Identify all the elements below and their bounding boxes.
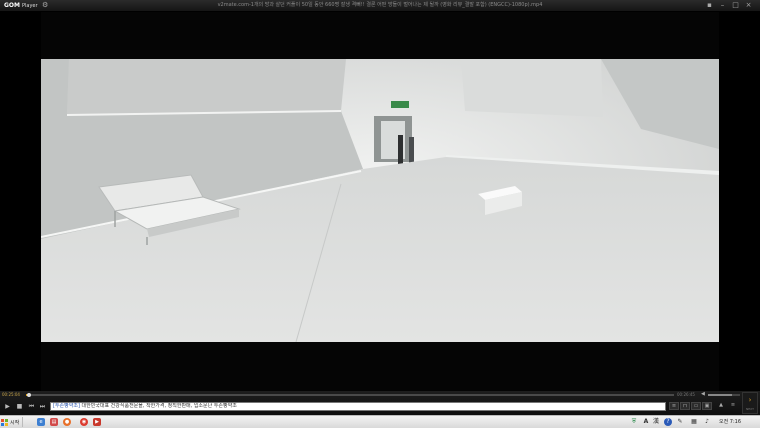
browser-icon[interactable]: ▤ [50, 418, 58, 426]
video-frame[interactable] [41, 59, 719, 342]
next-icon[interactable]: ⏭ [38, 402, 47, 411]
clock: 오전 7:16 [719, 419, 742, 425]
capture-icon[interactable]: ▣ [702, 402, 712, 410]
ad-banner[interactable]: [두손빵약조] 대한민국대표 건강식품전문몰, 착한가격, 정직한판매, 입소문… [50, 402, 666, 411]
seek-handle[interactable] [26, 393, 31, 397]
subtitle-icon[interactable]: ▭ [691, 402, 701, 410]
logo-text: GOM [4, 2, 20, 9]
explorer-icon[interactable]: e [37, 418, 45, 426]
chevron-right-icon: › [748, 396, 752, 404]
stop-icon[interactable]: ■ [15, 402, 24, 411]
equalizer-icon[interactable]: ⊓ [680, 402, 690, 410]
media-icon[interactable]: ● [63, 418, 71, 426]
control-bar: 00:25:04 00:26:45 ◀ ▶ ■ ⏮ ⏭ [두손빵약조] 대한민국… [0, 391, 760, 415]
total-time: 00:26:45 [677, 392, 695, 397]
window-title: v2mate.com-1개의 방과 살던 커플이 50일 동안 660명 잘생 … [217, 2, 543, 8]
speaker-icon[interactable]: ♪ [703, 418, 711, 426]
seek-bar[interactable] [26, 393, 674, 397]
minimize-icon[interactable]: – [718, 1, 727, 10]
ad-tag: [두손빵약조] [53, 403, 80, 409]
help-icon[interactable]: ? [664, 418, 672, 426]
gear-icon[interactable]: ⚙ [42, 1, 48, 10]
maximize-icon[interactable]: □ [731, 1, 740, 10]
eject-icon[interactable]: ▲ [716, 402, 726, 410]
chrome-icon[interactable]: ◉ [80, 418, 88, 426]
video-icon[interactable]: ▶ [93, 418, 101, 426]
video-player[interactable] [0, 12, 760, 391]
start-label: 시작 [10, 419, 20, 426]
volume-level [708, 394, 732, 396]
pen-icon[interactable]: ✎ [676, 418, 684, 426]
prev-icon[interactable]: ⏮ [27, 402, 36, 411]
menu-icon[interactable]: ≡ [728, 402, 738, 410]
windows-logo-icon [1, 418, 8, 426]
next-file-button[interactable]: › NEXT [742, 392, 758, 414]
pin-icon[interactable]: ▪ [705, 1, 714, 10]
taskbar: 시작 e ▤ ● ◉ ▶ ⛨ A 漢 ? ✎ ▦ ♪ 오전 7:16 [0, 415, 760, 428]
playlist-icon[interactable]: ≡ [669, 402, 679, 410]
video-scene [41, 59, 719, 342]
ime-a-icon[interactable]: A [642, 418, 650, 426]
ad-text: 대한민국대표 건강식품전문몰, 착한가격, 정직한판매, 입소문난 두손빵약조 [79, 403, 237, 409]
play-icon[interactable]: ▶ [3, 402, 12, 411]
start-button[interactable]: 시작 [1, 417, 24, 427]
title-bar: GOM Player ⚙ v2mate.com-1개의 방과 살던 커플이 50… [0, 0, 760, 12]
gom-logo[interactable]: GOM Player [4, 1, 38, 10]
speaker-icon[interactable]: ◀ [701, 391, 705, 398]
logo-subtext: Player [22, 2, 38, 9]
security-icon[interactable]: ⛨ [630, 418, 638, 426]
next-label: NEXT [746, 407, 754, 411]
volume-slider[interactable] [708, 394, 740, 396]
elapsed-time: 00:25:04 [2, 392, 20, 397]
ime-han-icon[interactable]: 漢 [652, 418, 660, 426]
network-icon[interactable]: ▦ [690, 418, 698, 426]
close-icon[interactable]: × [744, 1, 753, 10]
